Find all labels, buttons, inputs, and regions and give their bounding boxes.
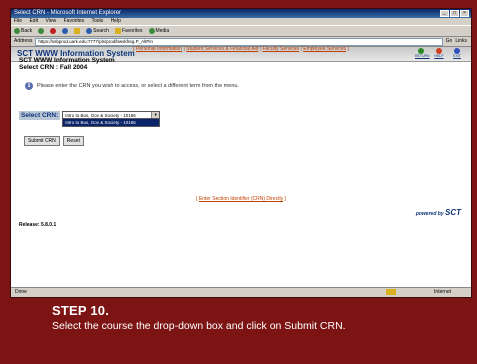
menu-view[interactable]: View xyxy=(45,18,56,24)
status-bar: Done Internet xyxy=(11,287,471,297)
menu-help[interactable]: Help xyxy=(111,18,121,24)
home-button[interactable] xyxy=(74,28,81,34)
address-label: Address xyxy=(14,38,33,44)
title-bar: Select CRN - Microsoft Internet Explorer… xyxy=(11,9,471,18)
star-icon xyxy=(114,28,121,34)
nav-student-services[interactable]: Student Services & Financial Aid xyxy=(186,46,258,52)
back-icon xyxy=(14,28,20,34)
nav-faculty-services[interactable]: Faculty Services xyxy=(263,46,300,52)
crn-dropdown[interactable]: Intro to Bus, Gov & Society - 10186 ▼ xyxy=(62,111,161,119)
crn-option[interactable]: Intro to Bus, Gov & Society - 10186 xyxy=(62,119,161,127)
window-title: Select CRN - Microsoft Internet Explorer xyxy=(14,10,122,16)
nav-links: [ Personal Information | Student Service… xyxy=(133,46,349,52)
status-text: Done xyxy=(15,289,27,295)
powered-by-logo: powered by SCT xyxy=(415,208,461,217)
info-message: i Please enter the CRN you wish to acces… xyxy=(25,82,239,90)
lock-icon xyxy=(386,289,396,295)
enter-crn-link[interactable]: Enter Section Identifier (CRN) Directly xyxy=(199,196,283,202)
sct-logo: SCT xyxy=(445,208,461,217)
step-title: STEP 10. xyxy=(52,303,110,318)
links-button[interactable]: Links xyxy=(455,37,467,46)
browser-window: Select CRN - Microsoft Internet Explorer… xyxy=(10,8,472,298)
forward-button[interactable] xyxy=(38,28,45,34)
crn-label: Select CRN: xyxy=(19,111,61,120)
go-button[interactable]: Go xyxy=(446,37,453,46)
crn-selected-value: Intro to Bus, Gov & Society - 10186 xyxy=(65,113,136,118)
reset-button[interactable]: Reset xyxy=(62,136,84,146)
menu-tools[interactable]: Tools xyxy=(91,18,103,24)
enter-crn-link-row: [ Enter Section Identifier (CRN) Directl… xyxy=(196,196,286,202)
stop-icon xyxy=(50,28,57,34)
close-button[interactable]: × xyxy=(460,10,469,17)
nav-employee-services[interactable]: Employee Services xyxy=(303,46,346,52)
crn-selector: Select CRN: Intro to Bus, Gov & Society … xyxy=(19,111,161,127)
info-icon: i xyxy=(25,82,33,90)
term-heading: Select CRN : Fall 2004 xyxy=(19,64,88,71)
refresh-icon xyxy=(62,28,69,34)
step-instruction: Select the course the drop-down box and … xyxy=(52,320,346,332)
forward-icon xyxy=(38,28,45,34)
home-icon xyxy=(74,28,81,34)
menu-bar: File Edit View Favorites Tools Help xyxy=(11,18,471,25)
menu-edit[interactable]: Edit xyxy=(29,18,38,24)
media-icon xyxy=(148,28,155,34)
menu-file[interactable]: File xyxy=(14,18,22,24)
page-title: SCT WWW Information System Select CRN : … xyxy=(19,57,115,71)
refresh-button[interactable] xyxy=(62,28,69,34)
chevron-down-icon[interactable]: ▼ xyxy=(151,112,160,118)
system-name: SCT WWW Information System xyxy=(19,57,115,64)
zone-text: Internet xyxy=(434,289,451,295)
nav-personal-information[interactable]: Personal Information xyxy=(136,46,182,52)
menu-favorites[interactable]: Favorites xyxy=(64,18,85,24)
search-button[interactable]: Search xyxy=(86,26,109,36)
back-button[interactable]: Back xyxy=(14,26,32,36)
toolbar: Back Search Favorites Media xyxy=(11,25,471,37)
address-input[interactable]: https://ssbprod.uark.edu:7777/pls/prod/b… xyxy=(35,37,443,46)
favorites-button[interactable]: Favorites xyxy=(114,26,143,36)
slide-caption: STEP 10. Select the course the drop-down… xyxy=(52,303,346,332)
minimize-button[interactable]: _ xyxy=(440,10,449,17)
submit-crn-button[interactable]: Submit CRN xyxy=(24,136,60,146)
media-button[interactable]: Media xyxy=(148,26,169,36)
form-buttons: Submit CRN Reset xyxy=(24,136,84,146)
release-version: Release: 5.8.0.1 xyxy=(19,222,57,228)
stop-button[interactable] xyxy=(50,28,57,34)
search-icon xyxy=(86,28,93,34)
info-text: Please enter the CRN you wish to access,… xyxy=(37,83,239,89)
maximize-button[interactable]: □ xyxy=(450,10,459,17)
